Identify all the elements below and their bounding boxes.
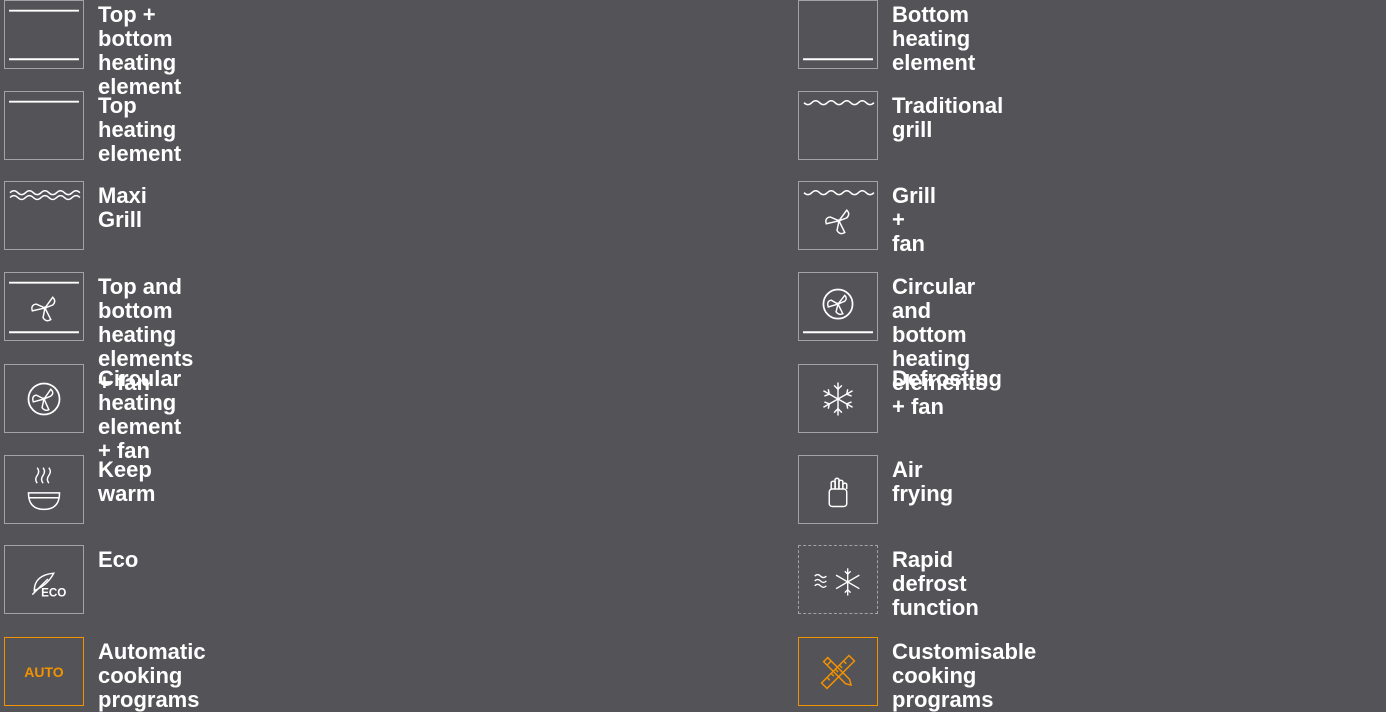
function-keep-warm: Keep warm bbox=[4, 455, 155, 524]
grill-fan-icon bbox=[798, 181, 878, 250]
function-custom-programs: Customisable cooking programs bbox=[798, 637, 1036, 712]
function-label: Bottom heating element bbox=[892, 2, 976, 75]
function-traditional-grill: Traditional grill bbox=[798, 91, 1003, 160]
function-circular-fan: Circular heating element + fan bbox=[4, 364, 181, 463]
function-rapid-defrost: Rapid defrost function bbox=[798, 545, 979, 620]
top-bottom-heat-icon bbox=[4, 0, 84, 69]
function-eco: ECO Eco bbox=[4, 545, 138, 614]
function-maxi-grill: Maxi Grill bbox=[4, 181, 147, 250]
maxi-grill-icon bbox=[4, 181, 84, 250]
function-label: Air frying bbox=[892, 457, 954, 506]
function-bottom-heat: Bottom heating element bbox=[798, 0, 975, 75]
bottom-heat-icon bbox=[798, 0, 878, 69]
snowflake-icon bbox=[798, 364, 878, 433]
top-bottom-fan-icon bbox=[4, 272, 84, 341]
function-label: Automatic cooking programs bbox=[98, 639, 206, 712]
custom-programs-icon bbox=[798, 637, 878, 706]
function-defrosting: Defrosting bbox=[798, 364, 1002, 433]
function-auto: AUTO Automatic cooking programs bbox=[4, 637, 206, 712]
circular-fan-icon bbox=[4, 364, 84, 433]
function-label: Rapid defrost function bbox=[892, 547, 979, 620]
function-label: Eco bbox=[98, 547, 139, 572]
circular-bottom-fan-icon bbox=[798, 272, 878, 341]
function-label: Defrosting bbox=[892, 366, 1002, 391]
rapid-defrost-icon bbox=[798, 545, 878, 614]
auto-icon: AUTO bbox=[4, 637, 84, 706]
function-grill-fan: Grill + fan bbox=[798, 181, 936, 256]
eco-icon: ECO bbox=[4, 545, 84, 614]
function-label: Circular heating element + fan bbox=[98, 366, 182, 463]
function-label: Traditional grill bbox=[892, 93, 1004, 142]
function-top-bottom-heat: Top + bottom heating element bbox=[4, 0, 181, 99]
function-air-frying: Air frying bbox=[798, 455, 953, 524]
function-label: Maxi Grill bbox=[98, 183, 147, 232]
air-fry-icon bbox=[798, 455, 878, 524]
function-label: Top heating element bbox=[98, 93, 182, 166]
top-heat-icon bbox=[4, 91, 84, 160]
function-label: Top + bottom heating element bbox=[98, 2, 182, 99]
function-label: Customisable cooking programs bbox=[892, 639, 1037, 712]
function-label: Keep warm bbox=[98, 457, 156, 506]
function-label: Grill + fan bbox=[892, 183, 937, 256]
keep-warm-icon bbox=[4, 455, 84, 524]
traditional-grill-icon bbox=[798, 91, 878, 160]
function-top-heat: Top heating element bbox=[4, 91, 181, 166]
auto-icon-text: AUTO bbox=[24, 663, 64, 680]
svg-text:ECO: ECO bbox=[41, 586, 66, 599]
